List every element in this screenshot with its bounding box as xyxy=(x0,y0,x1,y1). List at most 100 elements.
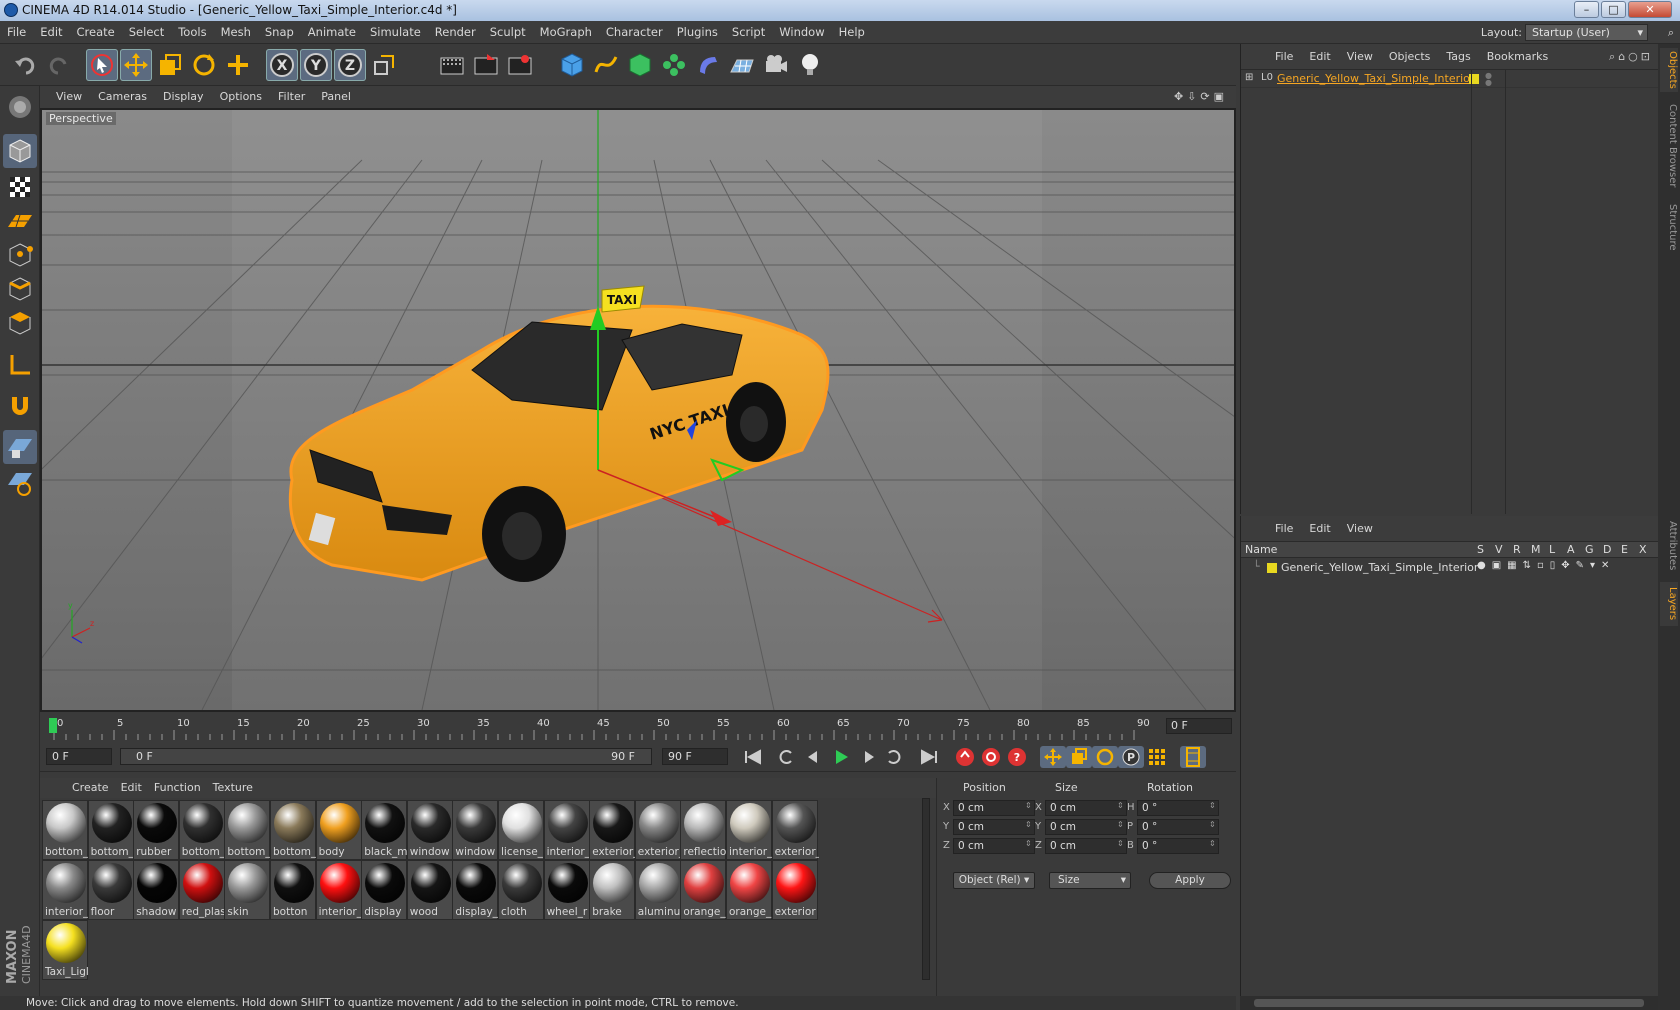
playhead[interactable] xyxy=(49,718,57,733)
menu-edit[interactable]: Edit xyxy=(33,21,69,44)
viewport-menu-options[interactable]: Options xyxy=(212,86,270,108)
scrollbar-thumb[interactable] xyxy=(1254,999,1644,1007)
objects-menu-objects[interactable]: Objects xyxy=(1381,44,1439,70)
object-manager-search-icon[interactable]: ⌕⌂○⊡ xyxy=(1609,44,1653,70)
material-swatch[interactable]: bottom_ xyxy=(178,800,225,860)
rotation-field[interactable]: 0 ° xyxy=(1137,800,1219,816)
cube-primitive-icon[interactable] xyxy=(556,49,588,81)
material-swatch[interactable]: display xyxy=(361,860,408,920)
key-pla-icon[interactable] xyxy=(1144,746,1170,768)
material-swatch[interactable]: exterior xyxy=(771,860,818,920)
close-button[interactable]: ✕ xyxy=(1628,1,1672,18)
timeline-window-icon[interactable] xyxy=(1180,746,1206,768)
menu-help[interactable]: Help xyxy=(832,21,872,44)
light-icon[interactable] xyxy=(794,49,826,81)
layers-menu-file[interactable]: File xyxy=(1267,516,1301,542)
stepper-arrows-icon[interactable]: ⇕ xyxy=(1025,801,1032,810)
material-swatch[interactable]: body xyxy=(315,800,362,860)
perspective-viewport[interactable]: TAXI NYC TAXI y z Perspective xyxy=(40,108,1236,712)
material-swatch[interactable]: Taxi_Ligl xyxy=(42,920,89,980)
key-rotation-icon[interactable] xyxy=(1092,746,1118,768)
menu-plugins[interactable]: Plugins xyxy=(670,21,725,44)
menu-mesh[interactable]: Mesh xyxy=(214,21,258,44)
end-frame-field[interactable]: 90 F xyxy=(662,748,728,765)
material-swatch[interactable]: wheel_r xyxy=(543,860,590,920)
timeline-ruler[interactable]: 0 5 10 15 20 25 30 35 40 45 50 55 60 65 70 75 80 85 90 0 F xyxy=(40,712,1236,742)
play-icon[interactable] xyxy=(828,746,854,768)
size-mode-select[interactable]: Size ▾ xyxy=(1049,872,1131,889)
material-menu-texture[interactable]: Texture xyxy=(207,778,259,798)
y-axis-lock-icon[interactable]: Y xyxy=(300,49,332,81)
workplane-mode-icon[interactable] xyxy=(3,204,37,238)
objects-menu-bookmarks[interactable]: Bookmarks xyxy=(1479,44,1556,70)
material-swatch[interactable]: bottom_ xyxy=(42,800,88,860)
material-swatch[interactable]: bottom_ xyxy=(87,800,134,860)
menu-tools[interactable]: Tools xyxy=(171,21,213,44)
rotate-icon[interactable] xyxy=(188,49,220,81)
make-editable-icon[interactable] xyxy=(3,90,37,124)
layers-menu-edit[interactable]: Edit xyxy=(1301,516,1338,542)
material-swatch[interactable]: aluminu xyxy=(634,860,681,920)
go-to-start-icon[interactable] xyxy=(740,746,766,768)
material-menu-function[interactable]: Function xyxy=(148,778,207,798)
key-scale-icon[interactable] xyxy=(1066,746,1092,768)
material-swatch[interactable]: wood xyxy=(406,860,453,920)
key-position-icon[interactable] xyxy=(1040,746,1066,768)
material-swatch[interactable]: reflectio xyxy=(680,800,727,860)
menu-character[interactable]: Character xyxy=(599,21,670,44)
subdivision-surface-icon[interactable] xyxy=(624,49,656,81)
layer-name[interactable]: Generic_Yellow_Taxi_Simple_Interior xyxy=(1281,561,1478,574)
layer-column-a[interactable]: A xyxy=(1567,542,1575,558)
render-picture-viewer-icon[interactable] xyxy=(470,49,502,81)
search-icon[interactable]: ⌕ xyxy=(1668,21,1674,44)
next-key-icon[interactable] xyxy=(882,746,908,768)
position-field[interactable]: 0 cm xyxy=(953,800,1035,816)
material-swatch[interactable]: red_plas xyxy=(178,860,226,920)
object-row[interactable]: ⊞ L0 Generic_Yellow_Taxi_Simple_Interior… xyxy=(1241,70,1659,88)
material-swatch[interactable]: rubber xyxy=(133,800,180,860)
material-swatch[interactable]: brake xyxy=(589,860,636,920)
redo-icon[interactable] xyxy=(42,49,74,81)
material-menu-create[interactable]: Create xyxy=(66,778,115,798)
objects-menu-tags[interactable]: Tags xyxy=(1438,44,1478,70)
rotation-field[interactable]: 0 ° xyxy=(1137,838,1219,854)
tab-structure[interactable]: Structure xyxy=(1660,200,1678,254)
object-name[interactable]: Generic_Yellow_Taxi_Simple_Interior xyxy=(1277,72,1474,85)
material-swatch[interactable]: license_ xyxy=(498,800,544,860)
x-axis-lock-icon[interactable]: X xyxy=(266,49,298,81)
size-field[interactable]: 0 cm xyxy=(1045,819,1127,835)
menu-mograph[interactable]: MoGraph xyxy=(533,21,599,44)
material-swatch[interactable]: orange_ xyxy=(726,860,772,920)
objects-menu-view[interactable]: View xyxy=(1339,44,1381,70)
layer-column-e[interactable]: E xyxy=(1621,542,1628,558)
stepper-arrows-icon[interactable]: ⇕ xyxy=(1209,801,1216,810)
go-to-end-icon[interactable] xyxy=(916,746,942,768)
layer-horizontal-scrollbar[interactable] xyxy=(1240,996,1658,1010)
size-field[interactable]: 0 cm xyxy=(1045,838,1127,854)
material-swatch[interactable]: exterior_ xyxy=(589,800,636,860)
locked-workplane-icon[interactable] xyxy=(3,430,37,464)
stepper-arrows-icon[interactable]: ⇕ xyxy=(1025,839,1032,848)
layers-menu-view[interactable]: View xyxy=(1339,516,1381,542)
expand-icon[interactable]: ⊞ xyxy=(1245,72,1253,83)
deformer-icon[interactable] xyxy=(692,49,724,81)
start-frame-field[interactable]: 0 F xyxy=(46,748,112,765)
rotation-field[interactable]: 0 ° xyxy=(1137,819,1219,835)
layer-column-s[interactable]: S xyxy=(1477,542,1484,558)
layer-color-swatch[interactable] xyxy=(1267,563,1277,573)
objects-menu-edit[interactable]: Edit xyxy=(1301,44,1338,70)
menu-script[interactable]: Script xyxy=(725,21,772,44)
coordinate-system-icon[interactable] xyxy=(368,49,400,81)
maximize-button[interactable]: □ xyxy=(1601,1,1626,18)
texture-mode-icon[interactable] xyxy=(3,170,37,204)
viewport-navigation-icons[interactable]: ✥⇩⟳▣ xyxy=(1174,86,1228,108)
tab-objects[interactable]: Objects xyxy=(1660,48,1678,92)
material-swatch[interactable]: exterior_ xyxy=(771,800,819,860)
minimize-button[interactable]: – xyxy=(1574,1,1599,18)
z-axis-lock-icon[interactable]: Z xyxy=(334,49,366,81)
axis-mode-icon[interactable] xyxy=(3,348,37,382)
live-selection-icon[interactable] xyxy=(86,49,118,81)
stepper-arrows-icon[interactable]: ⇕ xyxy=(1117,801,1124,810)
menu-file[interactable]: File xyxy=(0,21,33,44)
layer-column-g[interactable]: G xyxy=(1585,542,1594,558)
